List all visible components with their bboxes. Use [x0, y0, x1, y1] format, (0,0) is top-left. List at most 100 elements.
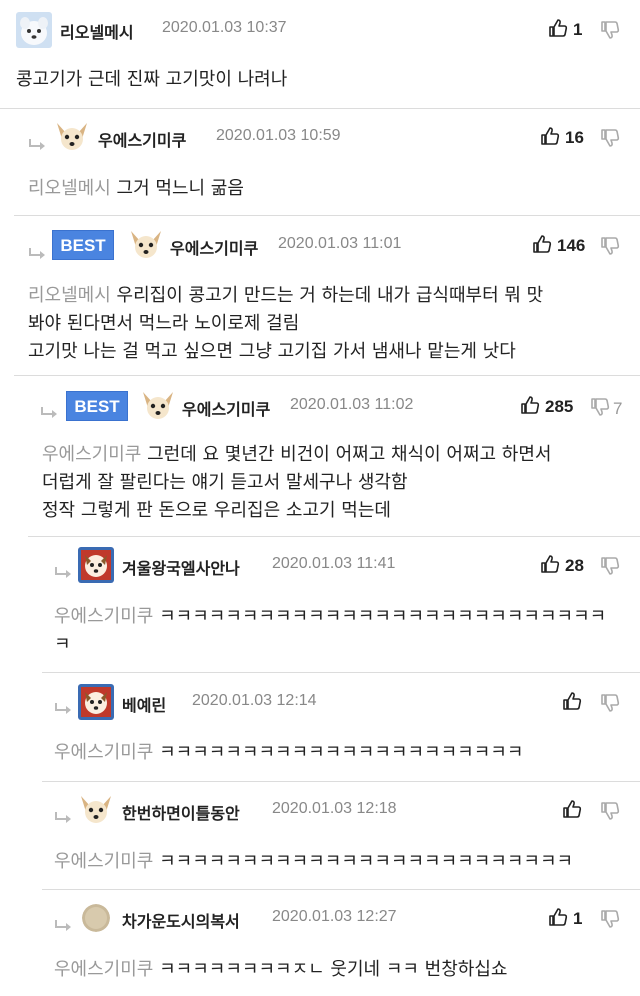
nickname[interactable]: 우에스기미쿠 [98, 127, 186, 151]
avatar-chihuahua[interactable] [128, 227, 164, 263]
reply-item: 한번하면이틀동안 2020.01.03 12:18 우에스기미쿠 ㅋㅋㅋㅋㅋㅋㅋ… [42, 782, 640, 888]
thumbs-up-icon [562, 799, 582, 823]
comment-line: 봐야 된다면서 먹느라 노이로제 걸림 [28, 313, 300, 334]
dislike-button[interactable] [600, 693, 620, 717]
like-button[interactable] [562, 799, 582, 823]
mention[interactable]: 우에스기미쿠 [54, 851, 153, 872]
comment-date: 2020.01.03 11:02 [290, 396, 414, 413]
thumbs-down-icon [600, 128, 620, 152]
dislike-button[interactable] [600, 556, 620, 580]
comment-date: 2020.01.03 10:37 [162, 19, 287, 36]
dislike-button[interactable] [600, 128, 620, 152]
mention[interactable]: 우에스기미쿠 [54, 742, 153, 763]
nickname[interactable]: 베예린 [122, 692, 166, 716]
nickname[interactable]: 차가운도시의복서 [122, 908, 240, 932]
dislike-button[interactable] [600, 801, 620, 825]
like-button[interactable]: 1 [548, 18, 582, 42]
reply-arrow-icon [54, 812, 74, 826]
like-count: 1 [573, 909, 583, 928]
comment-line: 정작 그렇게 판 돈으로 우리집은 소고기 먹는데 [42, 500, 391, 521]
comment-body: 우에스기미쿠 ㅋㅋㅋㅋㅋㅋㅋㅋㅈㄴ 웃기네 ㅋㅋ 번창하십쇼 [54, 956, 507, 984]
thumbs-up-icon [540, 554, 560, 578]
mention[interactable]: 리오넬메시 [28, 285, 111, 306]
best-badge: BEST [52, 230, 114, 260]
reply-arrow-icon [40, 407, 60, 421]
comment-date: 2020.01.03 12:14 [192, 692, 317, 709]
like-count: 28 [565, 556, 584, 575]
reply-item-best: BEST 우에스기미쿠 2020.01.03 11:02 285 7 우에스기미… [28, 377, 640, 535]
reply-item: 차가운도시의복서 2020.01.03 12:27 1 우에스기미쿠 ㅋㅋㅋㅋㅋ… [42, 890, 640, 996]
dislike-button[interactable] [600, 909, 620, 933]
thumbs-down-icon [600, 693, 620, 717]
comment-line: 고기맛 나는 걸 먹고 싶으면 그냥 고기집 가서 냄새나 맡는게 낫다 [28, 341, 516, 362]
avatar-chihuahua[interactable] [78, 792, 114, 828]
reply-item: 베예린 2020.01.03 12:14 우에스기미쿠 ㅋㅋㅋㅋㅋㅋㅋㅋㅋㅋㅋㅋ… [42, 673, 640, 780]
thumbs-up-icon [548, 907, 568, 931]
comment-date: 2020.01.03 12:18 [272, 800, 397, 817]
thumbs-down-icon [600, 801, 620, 825]
avatar-chihuahua[interactable] [54, 119, 90, 155]
like-button[interactable] [562, 691, 582, 715]
avatar-dog-red-frame[interactable] [78, 684, 114, 720]
reply-arrow-icon [28, 248, 48, 262]
comment-line: 리오넬메시 그거 먹느니 굶음 [28, 178, 244, 199]
comment-body: 콩고기가 근데 진짜 고기맛이 나려나 [16, 66, 287, 94]
comment-item: 리오넬메시 2020.01.03 10:37 1 콩고기가 근데 진짜 고기맛이… [0, 0, 640, 108]
best-badge: BEST [66, 391, 128, 421]
thumbs-up-icon [540, 126, 560, 150]
avatar-beige-circle[interactable] [82, 904, 110, 932]
reply-arrow-icon [54, 920, 74, 934]
comment-line: 우에스기미쿠 ㅋㅋㅋㅋㅋㅋㅋㅋㅋㅋㅋㅋㅋㅋㅋㅋㅋㅋㅋㅋㅋㅋㅋㅋㅋ [54, 851, 574, 872]
mention[interactable]: 우에스기미쿠 [54, 606, 153, 627]
dislike-button[interactable]: 7 [590, 397, 622, 421]
avatar-chihuahua[interactable] [140, 388, 176, 424]
comment-line: 더럽게 잘 팔린다는 얘기 듣고서 말세구나 생각함 [42, 472, 408, 493]
avatar-dog-red-frame[interactable] [78, 547, 114, 583]
like-count: 146 [557, 236, 586, 255]
comment-line: 우에스기미쿠 ㅋㅋㅋㅋㅋㅋㅋㅋㅋㅋㅋㅋㅋㅋㅋㅋㅋㅋㅋㅋㅋㅋㅋㅋㅋㅋㅋ [54, 606, 607, 627]
thumbs-up-icon [532, 234, 552, 258]
dislike-count: 7 [613, 399, 623, 418]
like-count: 285 [545, 397, 574, 416]
comment-body: 우에스기미쿠 ㅋㅋㅋㅋㅋㅋㅋㅋㅋㅋㅋㅋㅋㅋㅋㅋㅋㅋㅋㅋㅋㅋ [54, 739, 523, 767]
like-button[interactable]: 28 [540, 554, 584, 578]
nickname[interactable]: 한번하면이틀동안 [122, 800, 240, 824]
reply-item: 우에스기미쿠 2020.01.03 10:59 16 리오넬메시 그거 먹느니 … [14, 109, 640, 215]
thumbs-up-icon [548, 18, 568, 42]
comment-date: 2020.01.03 10:59 [216, 127, 341, 144]
comment-body: 우에스기미쿠 ㅋㅋㅋㅋㅋㅋㅋㅋㅋㅋㅋㅋㅋㅋㅋㅋㅋㅋㅋㅋㅋㅋㅋㅋㅋ [54, 848, 573, 876]
mention[interactable]: 리오넬메시 [28, 178, 111, 199]
comment-date: 2020.01.03 11:41 [272, 555, 396, 572]
like-button[interactable]: 146 [532, 234, 585, 258]
avatar-white-dog[interactable] [16, 12, 52, 48]
like-button[interactable]: 285 [520, 395, 573, 419]
dislike-button[interactable] [600, 20, 620, 44]
dislike-button[interactable] [600, 236, 620, 260]
nickname[interactable]: 겨울왕국엘사안나 [122, 555, 240, 579]
nickname[interactable]: 리오넬메시 [60, 19, 134, 43]
divider [14, 375, 640, 376]
thumbs-up-icon [520, 395, 540, 419]
comment-line: 콩고기가 근데 진짜 고기맛이 나려나 [16, 69, 288, 90]
thumbs-up-icon [562, 691, 582, 715]
like-button[interactable]: 1 [548, 907, 582, 931]
nickname[interactable]: 우에스기미쿠 [170, 235, 258, 259]
like-count: 1 [573, 20, 583, 39]
like-count: 16 [565, 128, 584, 147]
reply-arrow-icon [28, 139, 48, 153]
nickname[interactable]: 우에스기미쿠 [182, 396, 270, 420]
mention[interactable]: 우에스기미쿠 [54, 959, 153, 980]
comment-body: 리오넬메시 그거 먹느니 굶음 [28, 175, 244, 203]
comment-body: 우에스기미쿠 ㅋㅋㅋㅋㅋㅋㅋㅋㅋㅋㅋㅋㅋㅋㅋㅋㅋㅋㅋㅋㅋㅋㅋㅋㅋㅋㅋ ㅋ [54, 603, 606, 659]
like-button[interactable]: 16 [540, 126, 584, 150]
thumbs-down-icon [600, 236, 620, 260]
comment-date: 2020.01.03 12:27 [272, 908, 397, 925]
thumbs-down-icon [600, 556, 620, 580]
comment-line: 우에스기미쿠 그런데 요 몇년간 비건이 어쩌고 채식이 어쩌고 하면서 [42, 444, 552, 465]
reply-arrow-icon [54, 567, 74, 581]
reply-item: 겨울왕국엘사안나 2020.01.03 11:41 28 우에스기미쿠 ㅋㅋㅋㅋ… [42, 537, 640, 671]
reply-item-best: BEST 우에스기미쿠 2020.01.03 11:01 146 리오넬메시 우… [14, 216, 640, 374]
comment-line: 우에스기미쿠 ㅋㅋㅋㅋㅋㅋㅋㅋㅋㅋㅋㅋㅋㅋㅋㅋㅋㅋㅋㅋㅋㅋ [54, 742, 524, 763]
comment-date: 2020.01.03 11:01 [278, 235, 402, 252]
mention[interactable]: 우에스기미쿠 [42, 444, 141, 465]
